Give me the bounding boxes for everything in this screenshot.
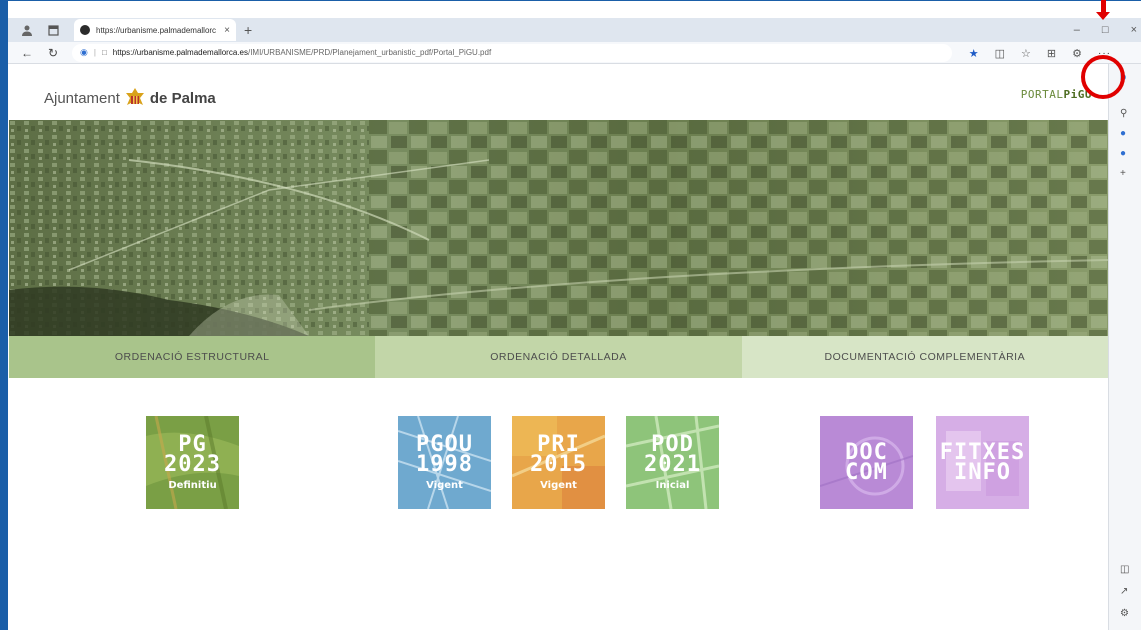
new-tab-button[interactable]: + xyxy=(244,22,252,38)
annotation-circle xyxy=(1081,55,1125,99)
back-arrow-icon[interactable]: ← xyxy=(20,46,34,60)
collections-icon[interactable]: ⊞ xyxy=(1047,47,1056,60)
tab-title: https://urbanisme.palmademallorc xyxy=(96,25,217,35)
portal-pigu-logo: PORTALPiGU xyxy=(1021,88,1092,101)
address-bar: ← ↻ ◉ | □ https://urbanisme.palmademallo… xyxy=(8,42,1141,64)
close-window-button[interactable]: × xyxy=(1131,24,1137,36)
sidebar-settings-icon[interactable]: ⚙ xyxy=(1120,608,1129,619)
palma-emblem-icon xyxy=(125,88,144,105)
annotation-arrow-head xyxy=(1096,12,1110,20)
tile-line2: 1998 xyxy=(416,451,473,477)
sidebar-search-icon[interactable]: ⚲ xyxy=(1120,108,1127,119)
minimize-button[interactable]: – xyxy=(1074,24,1080,36)
tile-line2: INFO xyxy=(954,459,1011,485)
split-screen-icon[interactable]: ◫ xyxy=(995,47,1005,60)
edge-favicon-icon xyxy=(80,25,90,35)
menu-ordenacio-estructural[interactable]: ORDENACIÓ ESTRUCTURAL xyxy=(9,336,376,378)
tile-line3: Vigent xyxy=(426,479,463,491)
extensions-icon[interactable]: ⚙ xyxy=(1072,47,1082,60)
logo-bold-text: de Palma xyxy=(149,89,216,107)
portal-prefix: PORTAL xyxy=(1020,88,1064,101)
tile-line2: COM xyxy=(845,459,888,485)
sidebar-shopping-icon[interactable]: ● xyxy=(1120,128,1126,139)
aerial-city-image xyxy=(9,120,1108,336)
sidebar-external-icon[interactable]: ↗ xyxy=(1120,586,1128,597)
menu-documentacio-complementaria[interactable]: DOCUMENTACIÓ COMPLEMENTÀRIA xyxy=(741,336,1108,378)
tile-pri-2015[interactable]: PRI 2015 Vigent xyxy=(512,416,605,509)
tile-line3: Vigent xyxy=(540,479,577,491)
favorite-star-icon[interactable]: ★ xyxy=(969,47,979,60)
document-icon[interactable]: □ xyxy=(102,48,107,57)
tile-line2: 2023 xyxy=(164,451,221,477)
edge-sidebar: b ⚲ ● ● + ◫ ↗ ⚙ xyxy=(1108,64,1141,630)
url-field[interactable]: ◉ | □ https://urbanisme.palmademallorca.… xyxy=(72,43,952,62)
tile-line3: Definitiu xyxy=(168,479,217,491)
tile-fitxes-info[interactable]: FITXES INFO xyxy=(936,416,1029,509)
tab-active[interactable]: https://urbanisme.palmademallorc × xyxy=(74,19,236,41)
sidebar-tools-icon[interactable]: ● xyxy=(1120,148,1126,159)
window-controls: – □ × xyxy=(1074,18,1141,42)
sidebar-add-icon[interactable]: + xyxy=(1120,168,1126,179)
section-menu: ORDENACIÓ ESTRUCTURAL ORDENACIÓ DETALLAD… xyxy=(9,336,1108,378)
refresh-icon[interactable]: ↻ xyxy=(46,46,60,60)
favorites-icon[interactable]: ☆ xyxy=(1021,47,1031,60)
tile-doc-com[interactable]: DOC COM xyxy=(820,416,913,509)
menu-ordenacio-detallada[interactable]: ORDENACIÓ DETALLADA xyxy=(375,336,742,378)
tile-line2: 2015 xyxy=(530,451,587,477)
tile-pod-2021[interactable]: POD 2021 Inicial xyxy=(626,416,719,509)
sidebar-layout-icon[interactable]: ◫ xyxy=(1120,564,1129,575)
tab-close-icon[interactable]: × xyxy=(224,25,230,36)
url-path: /IMI/URBANISME/PRD/Planejament_urbanisti… xyxy=(247,48,492,57)
url-domain: https://urbanisme.palmademallorca.es xyxy=(112,48,248,57)
ajuntament-logo: Ajuntament de Palma xyxy=(44,87,216,109)
maximize-button[interactable]: □ xyxy=(1102,24,1109,36)
pdf-page: Ajuntament de Palma PORTALPiGU ORDENACIÓ… xyxy=(9,64,1108,630)
tile-pg-2023[interactable]: PG 2023 Definitiu xyxy=(146,416,239,509)
tile-line3: Inicial xyxy=(655,479,690,491)
tile-line2: 2021 xyxy=(644,451,701,477)
workspaces-icon[interactable] xyxy=(46,23,60,37)
edge-logo-icon: ◉ xyxy=(80,47,88,57)
title-bar: https://urbanisme.palmademallorc × + – □… xyxy=(8,18,1141,42)
logo-text: Ajuntament xyxy=(44,89,120,107)
url-separator: | xyxy=(93,48,96,57)
profile-icon[interactable] xyxy=(20,23,34,37)
tile-pgou-1998[interactable]: PGOU 1998 Vigent xyxy=(398,416,491,509)
